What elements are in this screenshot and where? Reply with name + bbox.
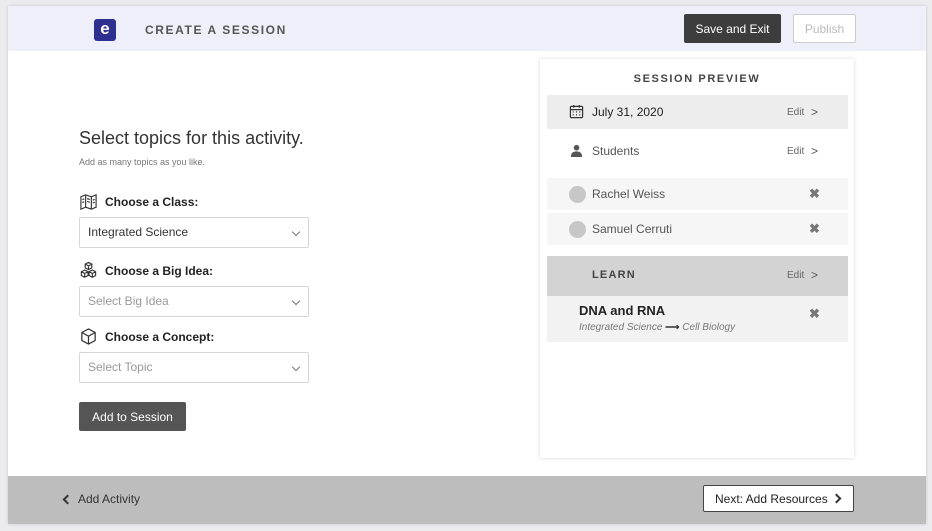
add-activity-back-link[interactable]: Add Activity bbox=[62, 492, 140, 506]
cube-icon bbox=[81, 328, 96, 345]
topic-item: DNA and RNA Integrated Science ⟶ Cell Bi… bbox=[547, 296, 848, 342]
app-logo[interactable]: e bbox=[94, 19, 116, 41]
remove-student-icon[interactable]: ✖ bbox=[809, 221, 820, 237]
learn-label: LEARN bbox=[592, 269, 636, 281]
chevron-down-icon bbox=[291, 362, 301, 372]
concept-label-text: Choose a Concept: bbox=[105, 329, 215, 344]
user-icon bbox=[570, 144, 583, 157]
big-idea-label: Choose a Big Idea: bbox=[79, 261, 213, 280]
chevron-down-icon bbox=[291, 227, 301, 237]
students-label: Students bbox=[592, 144, 640, 158]
class-select-value: Integrated Science bbox=[88, 225, 189, 239]
class-select[interactable]: Integrated Science bbox=[79, 217, 309, 248]
add-to-session-button[interactable]: Add to Session bbox=[79, 402, 186, 431]
learn-edit-link[interactable]: Edit bbox=[787, 270, 804, 281]
chevron-right-icon[interactable]: > bbox=[811, 268, 818, 282]
book-icon bbox=[80, 194, 97, 210]
remove-student-icon[interactable]: ✖ bbox=[809, 186, 820, 202]
concept-select[interactable]: Select Topic bbox=[79, 352, 309, 383]
next-button-label: Next: Add Resources bbox=[715, 491, 828, 506]
big-idea-select[interactable]: Select Big Idea bbox=[79, 286, 309, 317]
big-idea-select-placeholder: Select Big Idea bbox=[88, 294, 169, 308]
learn-header-row: LEARN Edit > bbox=[547, 256, 848, 296]
chevron-right-icon bbox=[831, 493, 842, 504]
student-name: Rachel Weiss bbox=[592, 187, 666, 201]
topic-unit: Cell Biology bbox=[682, 322, 736, 333]
chevron-right-icon[interactable]: > bbox=[811, 144, 818, 158]
avatar bbox=[569, 186, 586, 203]
avatar bbox=[569, 221, 586, 238]
publish-button[interactable]: Publish bbox=[793, 14, 856, 43]
student-name: Samuel Cerruti bbox=[592, 222, 673, 236]
class-label: Choose a Class: bbox=[79, 192, 198, 211]
student-item: Rachel Weiss ✖ bbox=[547, 178, 848, 210]
student-item: Samuel Cerruti ✖ bbox=[547, 213, 848, 245]
chevron-down-icon bbox=[291, 296, 301, 306]
session-date: July 31, 2020 bbox=[592, 105, 664, 119]
cubes-icon bbox=[80, 261, 97, 278]
big-idea-label-text: Choose a Big Idea: bbox=[105, 263, 214, 278]
chevron-right-icon[interactable]: > bbox=[811, 105, 818, 119]
remove-topic-icon[interactable]: ✖ bbox=[809, 306, 820, 322]
footer-bar: Add Activity Next: Add Resources bbox=[8, 476, 926, 524]
arrow-right-icon: ⟶ bbox=[665, 322, 680, 333]
session-preview-title: SESSION PREVIEW bbox=[633, 73, 761, 85]
topic-class: Integrated Science bbox=[579, 322, 663, 333]
section-subheading: Add as many topics as you like. bbox=[79, 157, 206, 167]
students-row: Students Edit > bbox=[547, 134, 848, 168]
header-bar: e CREATE A SESSION Save and Exit Publish bbox=[8, 6, 926, 51]
save-and-exit-button[interactable]: Save and Exit bbox=[684, 14, 781, 43]
chevron-left-icon bbox=[62, 494, 73, 504]
topic-title: DNA and RNA bbox=[579, 303, 666, 318]
next-add-resources-button[interactable]: Next: Add Resources bbox=[703, 485, 854, 512]
concept-label: Choose a Concept: bbox=[79, 327, 214, 346]
date-edit-link[interactable]: Edit bbox=[787, 107, 804, 118]
date-row: July 31, 2020 Edit > bbox=[547, 95, 848, 129]
topic-path: Integrated Science ⟶ Cell Biology bbox=[579, 322, 735, 333]
class-label-text: Choose a Class: bbox=[105, 194, 199, 209]
session-preview-panel: SESSION PREVIEW July 31, 2020 Edit > Stu… bbox=[540, 59, 854, 458]
page-title: CREATE A SESSION bbox=[145, 23, 287, 37]
add-activity-label: Add Activity bbox=[78, 492, 141, 506]
students-edit-link[interactable]: Edit bbox=[787, 146, 804, 157]
section-heading: Select topics for this activity. bbox=[79, 128, 304, 148]
calendar-icon bbox=[569, 104, 584, 119]
app-frame: e CREATE A SESSION Save and Exit Publish… bbox=[8, 6, 926, 524]
concept-select-placeholder: Select Topic bbox=[88, 360, 153, 374]
